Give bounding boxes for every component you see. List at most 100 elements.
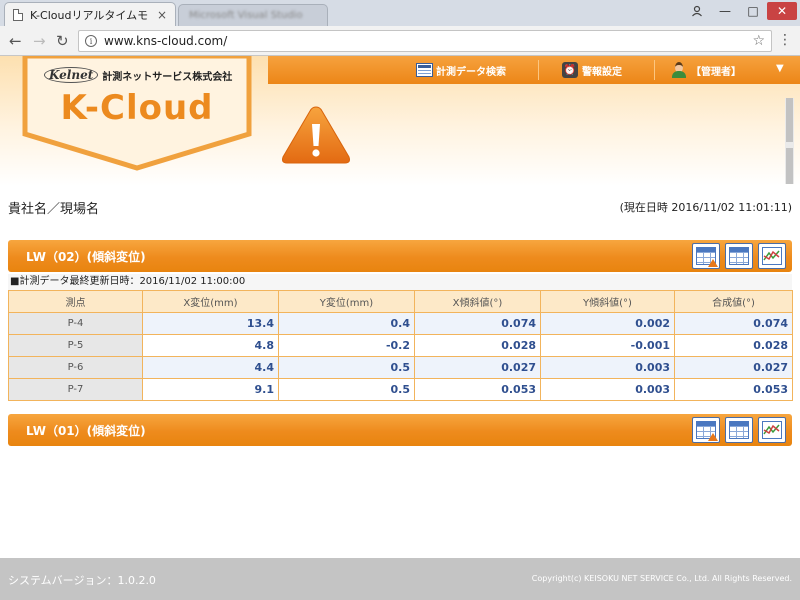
value-cell: 0.028 (414, 334, 541, 357)
profile-icon[interactable] (686, 2, 708, 20)
warning-icon (282, 106, 350, 164)
vertical-scrollbar[interactable] (785, 98, 794, 184)
value-cell: 0.074 (674, 312, 793, 335)
tab-title: K-Cloudリアルタイムモ (30, 8, 149, 22)
nav-divider (654, 60, 655, 80)
inactive-tab-title: Microsoft Visual Studio (189, 10, 303, 21)
value-cell: 0.028 (674, 334, 793, 357)
nav-data-search[interactable]: 計測データ検索 (416, 56, 506, 84)
value-cell: 0.003 (540, 378, 675, 401)
value-cell: 0.027 (674, 356, 793, 379)
measurement-table: 測点 X変位(mm) Y変位(mm) X傾斜値(°) Y傾斜値(°) 合成値(°… (8, 290, 793, 401)
alarm-table-button[interactable] (692, 417, 720, 443)
value-cell: -0.001 (540, 334, 675, 357)
section-header-lw02: LW（02）(傾斜変位) (8, 240, 792, 272)
point-cell: P-6 (8, 356, 143, 379)
browser-tab-strip: K-Cloudリアルタイムモ × Microsoft Visual Studio… (0, 0, 800, 26)
value-cell: 0.4 (278, 312, 415, 335)
value-cell: 0.074 (414, 312, 541, 335)
point-cell: P-5 (8, 334, 143, 357)
table-icon (729, 247, 749, 265)
line-chart-icon (762, 421, 782, 439)
table-row: P-7 9.1 0.5 0.053 0.003 0.053 (8, 378, 793, 401)
last-updated-line: ■計測データ最終更新日時：2016/11/02 11:00:00 (8, 274, 792, 290)
column-header: Y変位(mm) (278, 290, 415, 313)
graph-button[interactable] (758, 417, 786, 443)
info-icon[interactable]: i (85, 35, 97, 47)
copyright: Copyright(c) KEISOKU NET SERVICE Co., Lt… (531, 574, 792, 583)
minimize-button[interactable]: — (712, 2, 738, 20)
nav-data-search-label: 計測データ検索 (436, 66, 506, 78)
data-table-button[interactable] (725, 243, 753, 269)
graph-button[interactable] (758, 243, 786, 269)
page-content: Kelnet 計測ネットサービス株式会社 K-Cloud 計測データ検索 ⏰ 警… (0, 56, 800, 600)
nav-user-label: 【管理者】 (691, 66, 741, 78)
value-cell: 0.002 (540, 312, 675, 335)
browser-tab-active[interactable]: K-Cloudリアルタイムモ × (4, 2, 176, 26)
value-cell: 4.4 (142, 356, 279, 379)
point-cell: P-7 (8, 378, 143, 401)
value-cell: 4.8 (142, 334, 279, 357)
current-datetime: (現在日時 2016/11/02 11:01:11) (619, 201, 792, 214)
dropdown-caret-icon[interactable]: ▼ (776, 63, 784, 74)
data-table-button[interactable] (725, 417, 753, 443)
address-bar-row: ← → ↻ i www.kns-cloud.com/ ☆ ⋮ (0, 26, 800, 56)
section-header-lw01: LW（01）(傾斜変位) (8, 414, 792, 446)
system-version: システムバージョン：1.0.2.0 (8, 574, 156, 587)
warning-icon (708, 259, 718, 267)
table-icon (696, 421, 718, 441)
alarm-table-button[interactable] (692, 243, 720, 269)
value-cell: 0.053 (414, 378, 541, 401)
page-footer: システムバージョン：1.0.2.0 Copyright(c) KEISOKU N… (0, 558, 800, 600)
nav-alarm-label: 警報設定 (582, 66, 622, 78)
browser-menu-icon[interactable]: ⋮ (778, 33, 792, 47)
table-row: P-5 4.8 -0.2 0.028 -0.001 0.028 (8, 334, 793, 357)
point-cell: P-4 (8, 312, 143, 335)
back-arrow-icon[interactable]: ← (9, 33, 22, 49)
brand-mark: Kelnet (44, 67, 99, 83)
value-cell: 0.053 (674, 378, 793, 401)
section-title: LW（01）(傾斜変位) (26, 424, 146, 438)
value-cell: 0.003 (540, 356, 675, 379)
reload-icon[interactable]: ↻ (56, 33, 69, 49)
nav-alarm-settings[interactable]: ⏰ 警報設定 (562, 56, 622, 84)
document-icon (13, 8, 23, 21)
table-icon (696, 247, 718, 267)
scrollbar-thumb[interactable] (786, 98, 793, 142)
data-table-icon (416, 63, 433, 77)
close-window-button[interactable]: ✕ (767, 2, 797, 20)
url-input[interactable]: i www.kns-cloud.com/ ☆ (78, 30, 772, 52)
table-icon (729, 421, 749, 439)
logo-company: Kelnet 計測ネットサービス株式会社 (44, 67, 232, 83)
nav-divider (538, 60, 539, 80)
table-row: P-6 4.4 0.5 0.027 0.003 0.027 (8, 356, 793, 379)
scrollbar-thumb-lower[interactable] (786, 148, 793, 184)
browser-tab-inactive[interactable]: Microsoft Visual Studio (178, 4, 328, 26)
user-avatar-icon (672, 62, 686, 78)
value-cell: 0.027 (414, 356, 541, 379)
top-navigation: 計測データ検索 ⏰ 警報設定 【管理者】 ▼ (268, 56, 800, 84)
bookmark-star-icon[interactable]: ☆ (752, 33, 765, 49)
column-header: 合成値(°) (674, 290, 793, 313)
column-header: X変位(mm) (142, 290, 279, 313)
column-header: X傾斜値(°) (414, 290, 541, 313)
column-header: 測点 (8, 290, 143, 313)
alarm-icon: ⏰ (562, 62, 578, 78)
value-cell: 0.5 (278, 378, 415, 401)
section-title: LW（02）(傾斜変位) (26, 250, 146, 264)
value-cell: -0.2 (278, 334, 415, 357)
column-header: Y傾斜値(°) (540, 290, 675, 313)
value-cell: 0.5 (278, 356, 415, 379)
table-row: P-4 13.4 0.4 0.074 0.002 0.074 (8, 312, 793, 335)
maximize-button[interactable]: □ (740, 2, 766, 20)
warning-icon (708, 433, 718, 441)
company-site-name: 貴社名／現場名 (8, 202, 100, 217)
nav-user-menu[interactable]: 【管理者】 (672, 56, 741, 84)
value-cell: 9.1 (142, 378, 279, 401)
line-chart-icon (762, 247, 782, 265)
tab-close-icon[interactable]: × (157, 8, 167, 22)
forward-arrow-icon[interactable]: → (33, 33, 46, 49)
url-text: www.kns-cloud.com/ (104, 34, 228, 48)
value-cell: 13.4 (142, 312, 279, 335)
logo-title: K-Cloud (60, 88, 214, 128)
